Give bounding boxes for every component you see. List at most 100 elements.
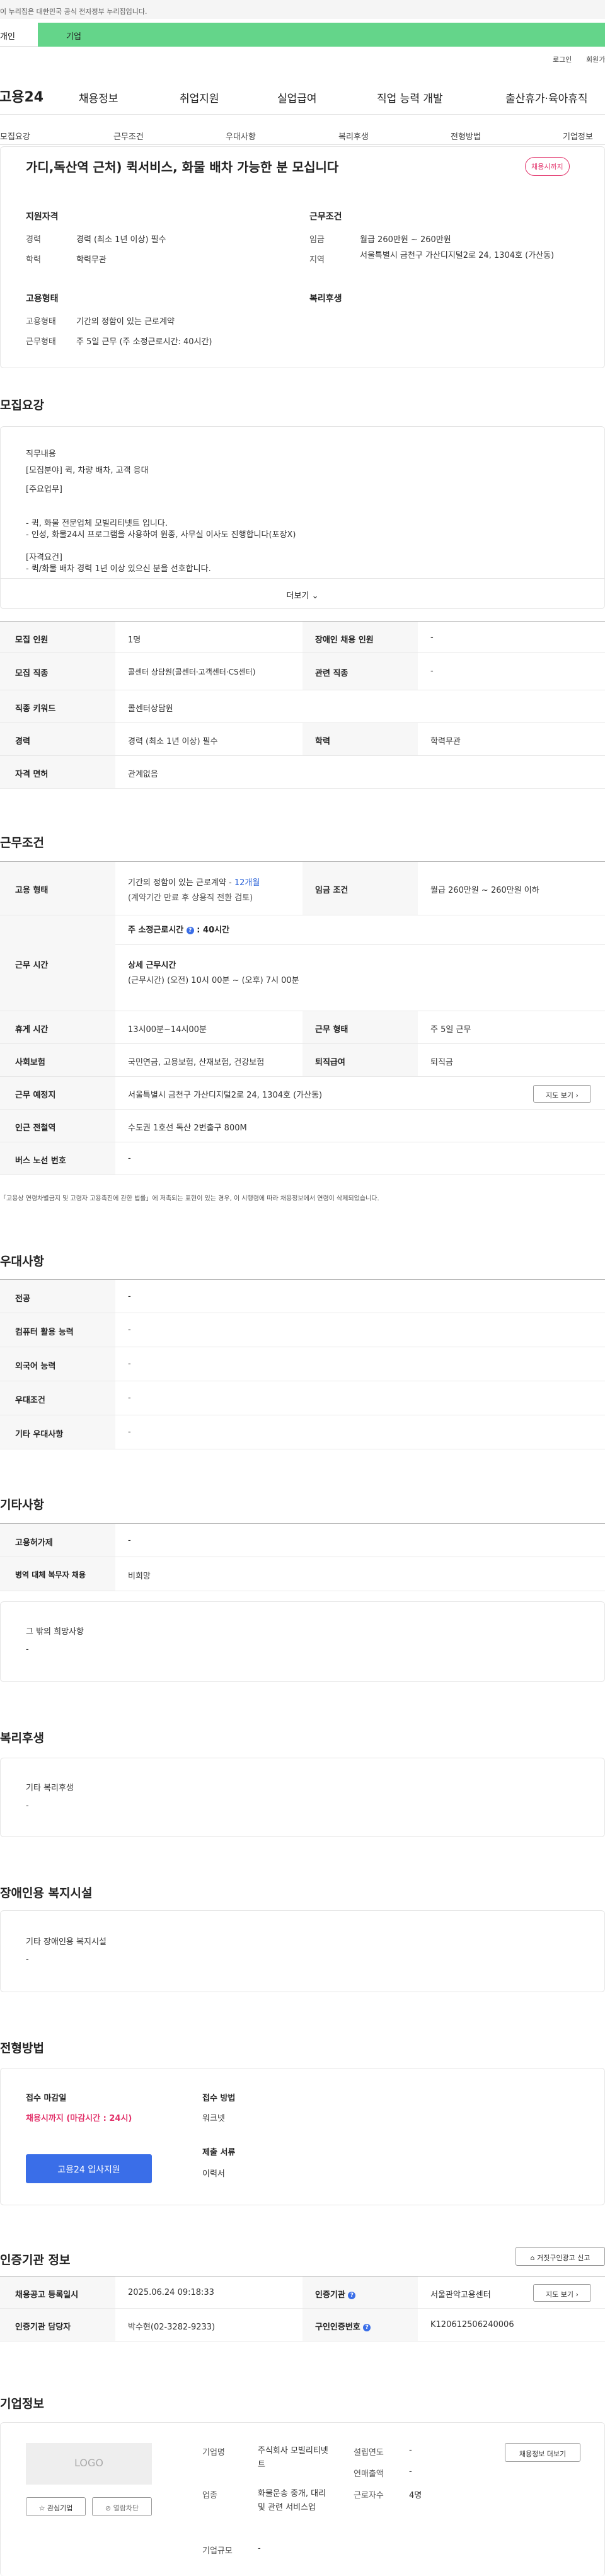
anchor-recruit[interactable]: 모집요강 bbox=[0, 130, 30, 142]
etc-label: 병역 대체 복무자 채용 bbox=[15, 1570, 86, 1579]
work-type-label: 근무형태 bbox=[26, 337, 56, 347]
work-type-value: 주 5일 근무 (주 소정근로시간: 40시간) bbox=[76, 337, 212, 347]
status-badge: 채용시까지 bbox=[525, 157, 570, 176]
company-name-label: 기업명 bbox=[202, 2448, 225, 2457]
pref-label: 기타 우대사항 bbox=[15, 1430, 64, 1439]
retire-label: 퇴직급여 bbox=[315, 1058, 345, 1067]
agency-value: 서울관악고용센터 bbox=[430, 2290, 491, 2300]
employment-heading: 고용형태 bbox=[26, 294, 59, 304]
info-icon[interactable]: ? bbox=[186, 926, 194, 934]
wage-label: 임금 조건 bbox=[315, 886, 349, 895]
emp-note: (계약기간 만료 후 상용직 전환 검토) bbox=[128, 893, 253, 903]
apply-button[interactable]: 고용24 입사지원 bbox=[26, 2154, 152, 2183]
region-value: 서울특별시 금천구 가산디지털2로 24, 1304호 (가산동) bbox=[360, 251, 555, 260]
agency-map-button[interactable]: 지도 보기 › bbox=[533, 2284, 591, 2302]
emp-type-label: 고용형태 bbox=[26, 317, 56, 327]
edu-label: 학력 bbox=[26, 255, 41, 265]
other-jobs-button[interactable]: 채용정보 더보기 bbox=[505, 2443, 580, 2462]
count-value: 1명 bbox=[128, 635, 141, 645]
anchor-benefits[interactable]: 복리후생 bbox=[338, 130, 369, 142]
table-row: 근무 시간 주 소정근로시간 ? : 40시간 상세 근무시간 (근무시간) (… bbox=[0, 915, 605, 1011]
more-button[interactable]: 더보기 ⌄ bbox=[1, 578, 604, 608]
anchor-work[interactable]: 근무조건 bbox=[113, 130, 144, 142]
table-row: 채용공고 등록일시 2025.06.24 09:18:33 인증기관 ? 서울관… bbox=[0, 2276, 605, 2309]
table-row: 휴게 시간 13시00분~14시00분 근무 형태 주 5일 근무 bbox=[0, 1011, 605, 1044]
nav-jobs[interactable]: 채용정보 bbox=[79, 90, 118, 105]
station-value: 수도권 1호선 독산 2번출구 800M bbox=[128, 1123, 247, 1133]
info-icon[interactable]: ? bbox=[348, 2291, 356, 2299]
job-desc-line: - 인성, 화물24시 프로그램을 사용하여 원종, 사무실 이사도 진행합니다… bbox=[26, 530, 296, 540]
tab-company[interactable]: 기업 bbox=[38, 23, 605, 47]
license-label: 자격 면허 bbox=[15, 770, 49, 779]
nav-employment-support[interactable]: 취업지원 bbox=[180, 90, 219, 105]
founded-value: - bbox=[409, 2445, 412, 2455]
recruit-heading: 모집요강 bbox=[0, 398, 44, 412]
related-job-value: - bbox=[430, 666, 434, 676]
company-heading: 기업정보 bbox=[0, 2397, 44, 2411]
table-row: 고용 형태 기간의 정함이 있는 근로계약 - 12개월 (계약기간 만료 후 … bbox=[0, 861, 605, 915]
job-desc-line: - 퀵, 화물 전문업체 모빌리티넷트 입니다. bbox=[26, 519, 168, 528]
process-card: 접수 마감일 채용시까지 (마감시간 : 24시) 고용24 입사지원 접수 방… bbox=[0, 2068, 605, 2205]
nav-parental-leave[interactable]: 출산휴가·육아휴직 bbox=[505, 90, 588, 105]
reg-value: 2025.06.24 09:18:33 bbox=[128, 2288, 214, 2297]
other-wishes-label: 그 밖의 희망사항 bbox=[26, 1627, 84, 1637]
wage-label: 임금 bbox=[309, 235, 325, 245]
method-value: 워크넷 bbox=[202, 2114, 225, 2123]
etc-label: 고용허가제 bbox=[15, 1538, 53, 1548]
anchor-tabs: 모집요강 근무조건 우대사항 복리후생 전형방법 기업정보 bbox=[0, 124, 605, 145]
etc-value: 비희망 bbox=[128, 1572, 151, 1581]
founded-label: 설립연도 bbox=[354, 2448, 384, 2457]
site-logo[interactable]: 고용24 bbox=[0, 86, 43, 106]
disabled-count-value: - bbox=[430, 633, 434, 642]
etc-heading: 기타사항 bbox=[0, 1498, 44, 1512]
pref-label: 외국어 능력 bbox=[15, 1362, 56, 1371]
shift-label: 근무 형태 bbox=[315, 1025, 349, 1035]
bus-value: - bbox=[128, 1154, 131, 1163]
report-button[interactable]: ⌂ 거짓구인광고 신고 bbox=[516, 2247, 605, 2266]
join-link[interactable]: 회원가입 bbox=[586, 54, 605, 64]
career-value: 경력 (최소 1년 이상) 필수 bbox=[128, 737, 218, 746]
other-wishes-value: - bbox=[26, 1645, 29, 1654]
table-row: 컴퓨터 활용 능력 - bbox=[0, 1313, 605, 1347]
reg-label: 채용공고 등록일시 bbox=[15, 2290, 79, 2300]
company-card: LOGO ☆ 관심기업 ⊘ 열람차단 기업명 주식회사 모빌리티넷트 업종 화물… bbox=[0, 2422, 605, 2576]
info-icon[interactable]: ? bbox=[363, 2323, 371, 2331]
emp-type-value: 기간의 정함이 있는 근로계약 bbox=[76, 317, 175, 327]
company-logo: LOGO bbox=[26, 2443, 152, 2485]
job-category-label: 모집 직종 bbox=[15, 669, 49, 678]
chevron-down-icon: ⌄ bbox=[311, 591, 319, 601]
block-button[interactable]: ⊘ 열람차단 bbox=[92, 2497, 152, 2516]
conditions-heading: 근무조건 bbox=[309, 212, 342, 222]
work-footnote: 「고용상 연령차별금지 및 고령자 고용촉진에 관한 법률」에 저촉되는 표현이… bbox=[0, 1195, 379, 1202]
login-link[interactable]: 로그인 bbox=[553, 54, 572, 64]
job-desc-line: - 퀵/화물 배차 경력 1년 이상 있으신 분을 선호합니다. bbox=[26, 564, 211, 574]
disability-heading: 장애인용 복지시설 bbox=[0, 1886, 93, 1900]
table-row: 경력 경력 (최소 1년 이상) 필수 학력 학력무관 bbox=[0, 723, 605, 756]
keyword-label: 직종 키워드 bbox=[15, 704, 56, 714]
insurance-value: 국민연금, 고용보험, 산재보험, 건강보험 bbox=[128, 1058, 265, 1067]
anchor-company[interactable]: 기업정보 bbox=[563, 130, 593, 142]
table-row: 모집 인원 1명 장애인 채용 인원 - bbox=[0, 621, 605, 653]
size-value: - bbox=[258, 2544, 261, 2553]
chevron-right-icon: › bbox=[575, 1091, 579, 1099]
home-icon: ⌂ bbox=[530, 2254, 535, 2262]
nav-unemployment-benefits[interactable]: 실업급여 bbox=[277, 90, 317, 105]
welfare-heading: 복리후생 bbox=[309, 294, 342, 304]
bus-label: 버스 노선 번호 bbox=[15, 1156, 66, 1166]
anchor-process[interactable]: 전형방법 bbox=[451, 130, 481, 142]
count-label: 모집 인원 bbox=[15, 635, 49, 645]
nav-job-training[interactable]: 직업 능력 개발 bbox=[377, 90, 443, 105]
shift-value: 주 5일 근무 bbox=[430, 1025, 471, 1035]
table-row: 모집 직종 콜센터 상담원(콜센터·고객센터·CS센터) 관련 직종 - bbox=[0, 653, 605, 690]
pref-value: - bbox=[128, 1292, 131, 1301]
interest-button[interactable]: ☆ 관심기업 bbox=[26, 2497, 86, 2516]
place-label: 근무 예정지 bbox=[15, 1091, 56, 1100]
industry-label: 업종 bbox=[202, 2491, 217, 2500]
method-label: 접수 방법 bbox=[202, 2094, 236, 2103]
pref-label: 컴퓨터 활용 능력 bbox=[15, 1328, 74, 1337]
employees-label: 근로자수 bbox=[354, 2491, 384, 2500]
tab-personal[interactable]: 개인 bbox=[0, 23, 38, 47]
anchor-preference[interactable]: 우대사항 bbox=[226, 130, 256, 142]
table-row: 외국어 능력 - bbox=[0, 1347, 605, 1381]
map-button[interactable]: 지도 보기 › bbox=[533, 1085, 591, 1103]
